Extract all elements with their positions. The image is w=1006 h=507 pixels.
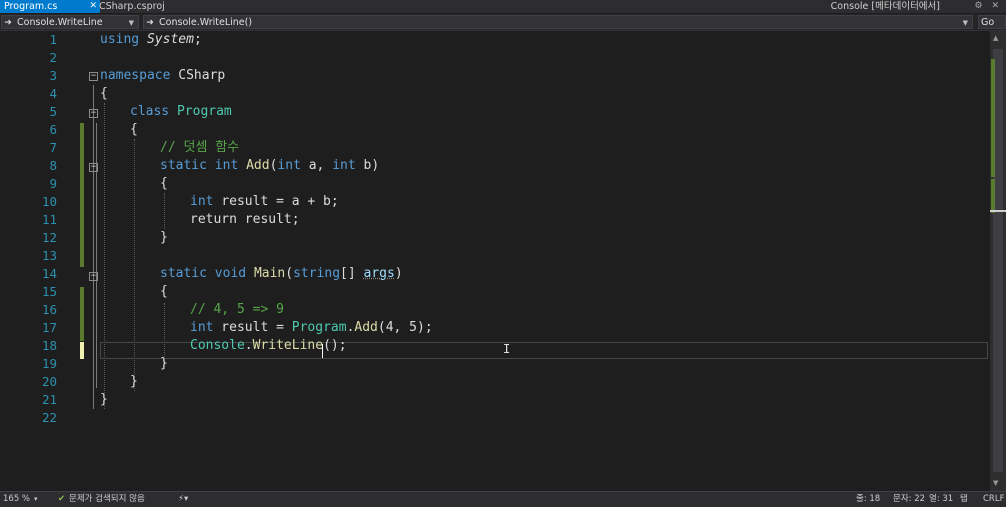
code-line-9: { — [160, 176, 168, 191]
go-dropdown[interactable]: Go — [978, 15, 1006, 29]
fold-line — [93, 85, 94, 409]
line-number: 20 — [41, 374, 57, 389]
tab-overflow-icons[interactable]: ⚙ ✕ — [975, 0, 1002, 13]
line-number: 10 — [41, 194, 57, 209]
status-bar: 165 % ▾ ✔ 문제가 검색되지 않음 ⚡▾ 줄: 18 문자: 22 열:… — [0, 491, 1006, 507]
line-number: 21 — [41, 392, 57, 407]
code-line-17: int result = Program.Add(4, 5); — [190, 320, 433, 335]
indent-guide — [164, 193, 165, 229]
line-number: 5 — [49, 104, 57, 119]
chevron-down-icon: ▼ — [962, 19, 968, 27]
line-number: 19 — [41, 356, 57, 371]
collapse-class-toggle[interactable]: − — [89, 109, 98, 118]
scroll-change-marker — [991, 179, 995, 213]
column-indicator[interactable]: 열: 31 — [929, 492, 953, 506]
line-number: 4 — [49, 86, 57, 101]
code-line-19: } — [160, 356, 168, 371]
collapse-namespace-toggle[interactable]: − — [89, 72, 98, 81]
line-number: 7 — [49, 140, 57, 155]
member-dropdown-label: Console.WriteLine — [17, 17, 103, 28]
line-number-gutter: 1 2 3 4 5 6 7 8 9 10 11 12 13 14 15 16 17 18 19 20 21 22 — [0, 31, 78, 491]
code-line-15: { — [160, 284, 168, 299]
line-ending-indicator[interactable]: CRLF — [983, 492, 1004, 506]
issues-status[interactable]: 문제가 검색되지 않음 — [69, 492, 145, 506]
arrow-icon: ➜ — [4, 18, 12, 28]
line-number: 12 — [41, 230, 57, 245]
line-number: 14 — [41, 266, 57, 281]
line-number: 11 — [41, 212, 57, 227]
go-label: Go — [981, 17, 995, 28]
line-number: 13 — [41, 248, 57, 263]
line-number: 16 — [41, 302, 57, 317]
branch-icon[interactable]: ⚡▾ — [178, 492, 188, 506]
code-line-20: } — [130, 374, 138, 389]
line-number: 2 — [49, 50, 57, 65]
code-line-6: { — [130, 122, 138, 137]
method-dropdown-label: Console.WriteLine() — [159, 17, 253, 28]
code-line-21: } — [100, 392, 108, 407]
code-line-1: using System; — [100, 32, 202, 47]
code-editor[interactable]: 1 2 3 4 5 6 7 8 9 10 11 12 13 14 15 16 17 18 19 20 21 22 − − … — [0, 31, 990, 491]
line-indicator[interactable]: 줄: 18 — [856, 492, 880, 506]
scroll-caret-position — [990, 210, 1006, 212]
change-marker-unsaved — [80, 342, 84, 359]
change-marker-saved — [80, 123, 84, 267]
line-number: 8 — [49, 158, 57, 173]
arrow-icon: ➜ — [146, 18, 154, 28]
code-line-5: class Program — [130, 104, 232, 119]
code-line-18: Console.WriteLine(); — [190, 338, 347, 353]
tab-console-metadata[interactable]: Console [메타데이터에서] — [831, 0, 940, 13]
line-number: 17 — [41, 320, 57, 335]
line-number: 3 — [49, 68, 57, 83]
check-circle-icon: ✔ — [58, 494, 66, 504]
ibeam-cursor-icon: I — [503, 342, 511, 356]
collapse-main-method-toggle[interactable]: − — [89, 272, 98, 281]
indent-guide — [104, 103, 105, 409]
line-number: 22 — [41, 410, 57, 425]
change-marker-saved — [80, 287, 84, 341]
line-number: 18 — [41, 338, 57, 353]
line-number: 6 — [49, 122, 57, 137]
document-tab-bar: Program.cs ✕ CSharp.csproj Console [메타데이… — [0, 0, 1006, 13]
chevron-down-icon: ▼ — [128, 19, 134, 27]
code-line-8: static int Add(int a, int b) — [160, 158, 380, 173]
zoom-dropdown-icon[interactable]: ▾ — [34, 492, 38, 506]
line-number: 9 — [49, 176, 57, 191]
collapse-add-method-toggle[interactable]: − — [89, 163, 98, 172]
code-line-7: // 덧셈 함수 — [160, 140, 240, 155]
method-dropdown[interactable]: ➜ Console.WriteLine() ▼ — [143, 15, 973, 29]
vertical-scrollbar[interactable]: ▲ ▼ — [990, 31, 1006, 491]
scroll-down-arrow-icon[interactable]: ▼ — [993, 479, 998, 487]
code-line-12: } — [160, 230, 168, 245]
tab-mode-indicator[interactable]: 탭 — [960, 492, 968, 506]
code-line-4: { — [100, 86, 108, 101]
line-number: 1 — [49, 32, 57, 47]
char-indicator[interactable]: 문자: 22 — [893, 492, 925, 506]
line-number: 15 — [41, 284, 57, 299]
navigation-bar: ➜ Console.WriteLine ▼ ➜ Console.WriteLin… — [0, 14, 1006, 31]
code-line-16: // 4, 5 => 9 — [190, 302, 284, 317]
text-caret — [322, 344, 323, 358]
scroll-change-marker — [991, 59, 995, 177]
code-line-10: int result = a + b; — [190, 194, 339, 209]
member-dropdown[interactable]: ➜ Console.WriteLine ▼ — [1, 15, 139, 29]
tab-csharp-csproj[interactable]: CSharp.csproj — [95, 0, 169, 13]
tab-label: Program.cs — [4, 1, 58, 12]
scroll-up-arrow-icon[interactable]: ▲ — [993, 34, 998, 42]
code-line-14: static void Main(string[] args) — [160, 266, 403, 281]
code-line-11: return result; — [190, 212, 300, 227]
tab-program-cs[interactable]: Program.cs ✕ — [0, 0, 100, 13]
zoom-level[interactable]: 165 % — [3, 492, 30, 506]
code-line-3: namespace CSharp — [100, 68, 226, 83]
